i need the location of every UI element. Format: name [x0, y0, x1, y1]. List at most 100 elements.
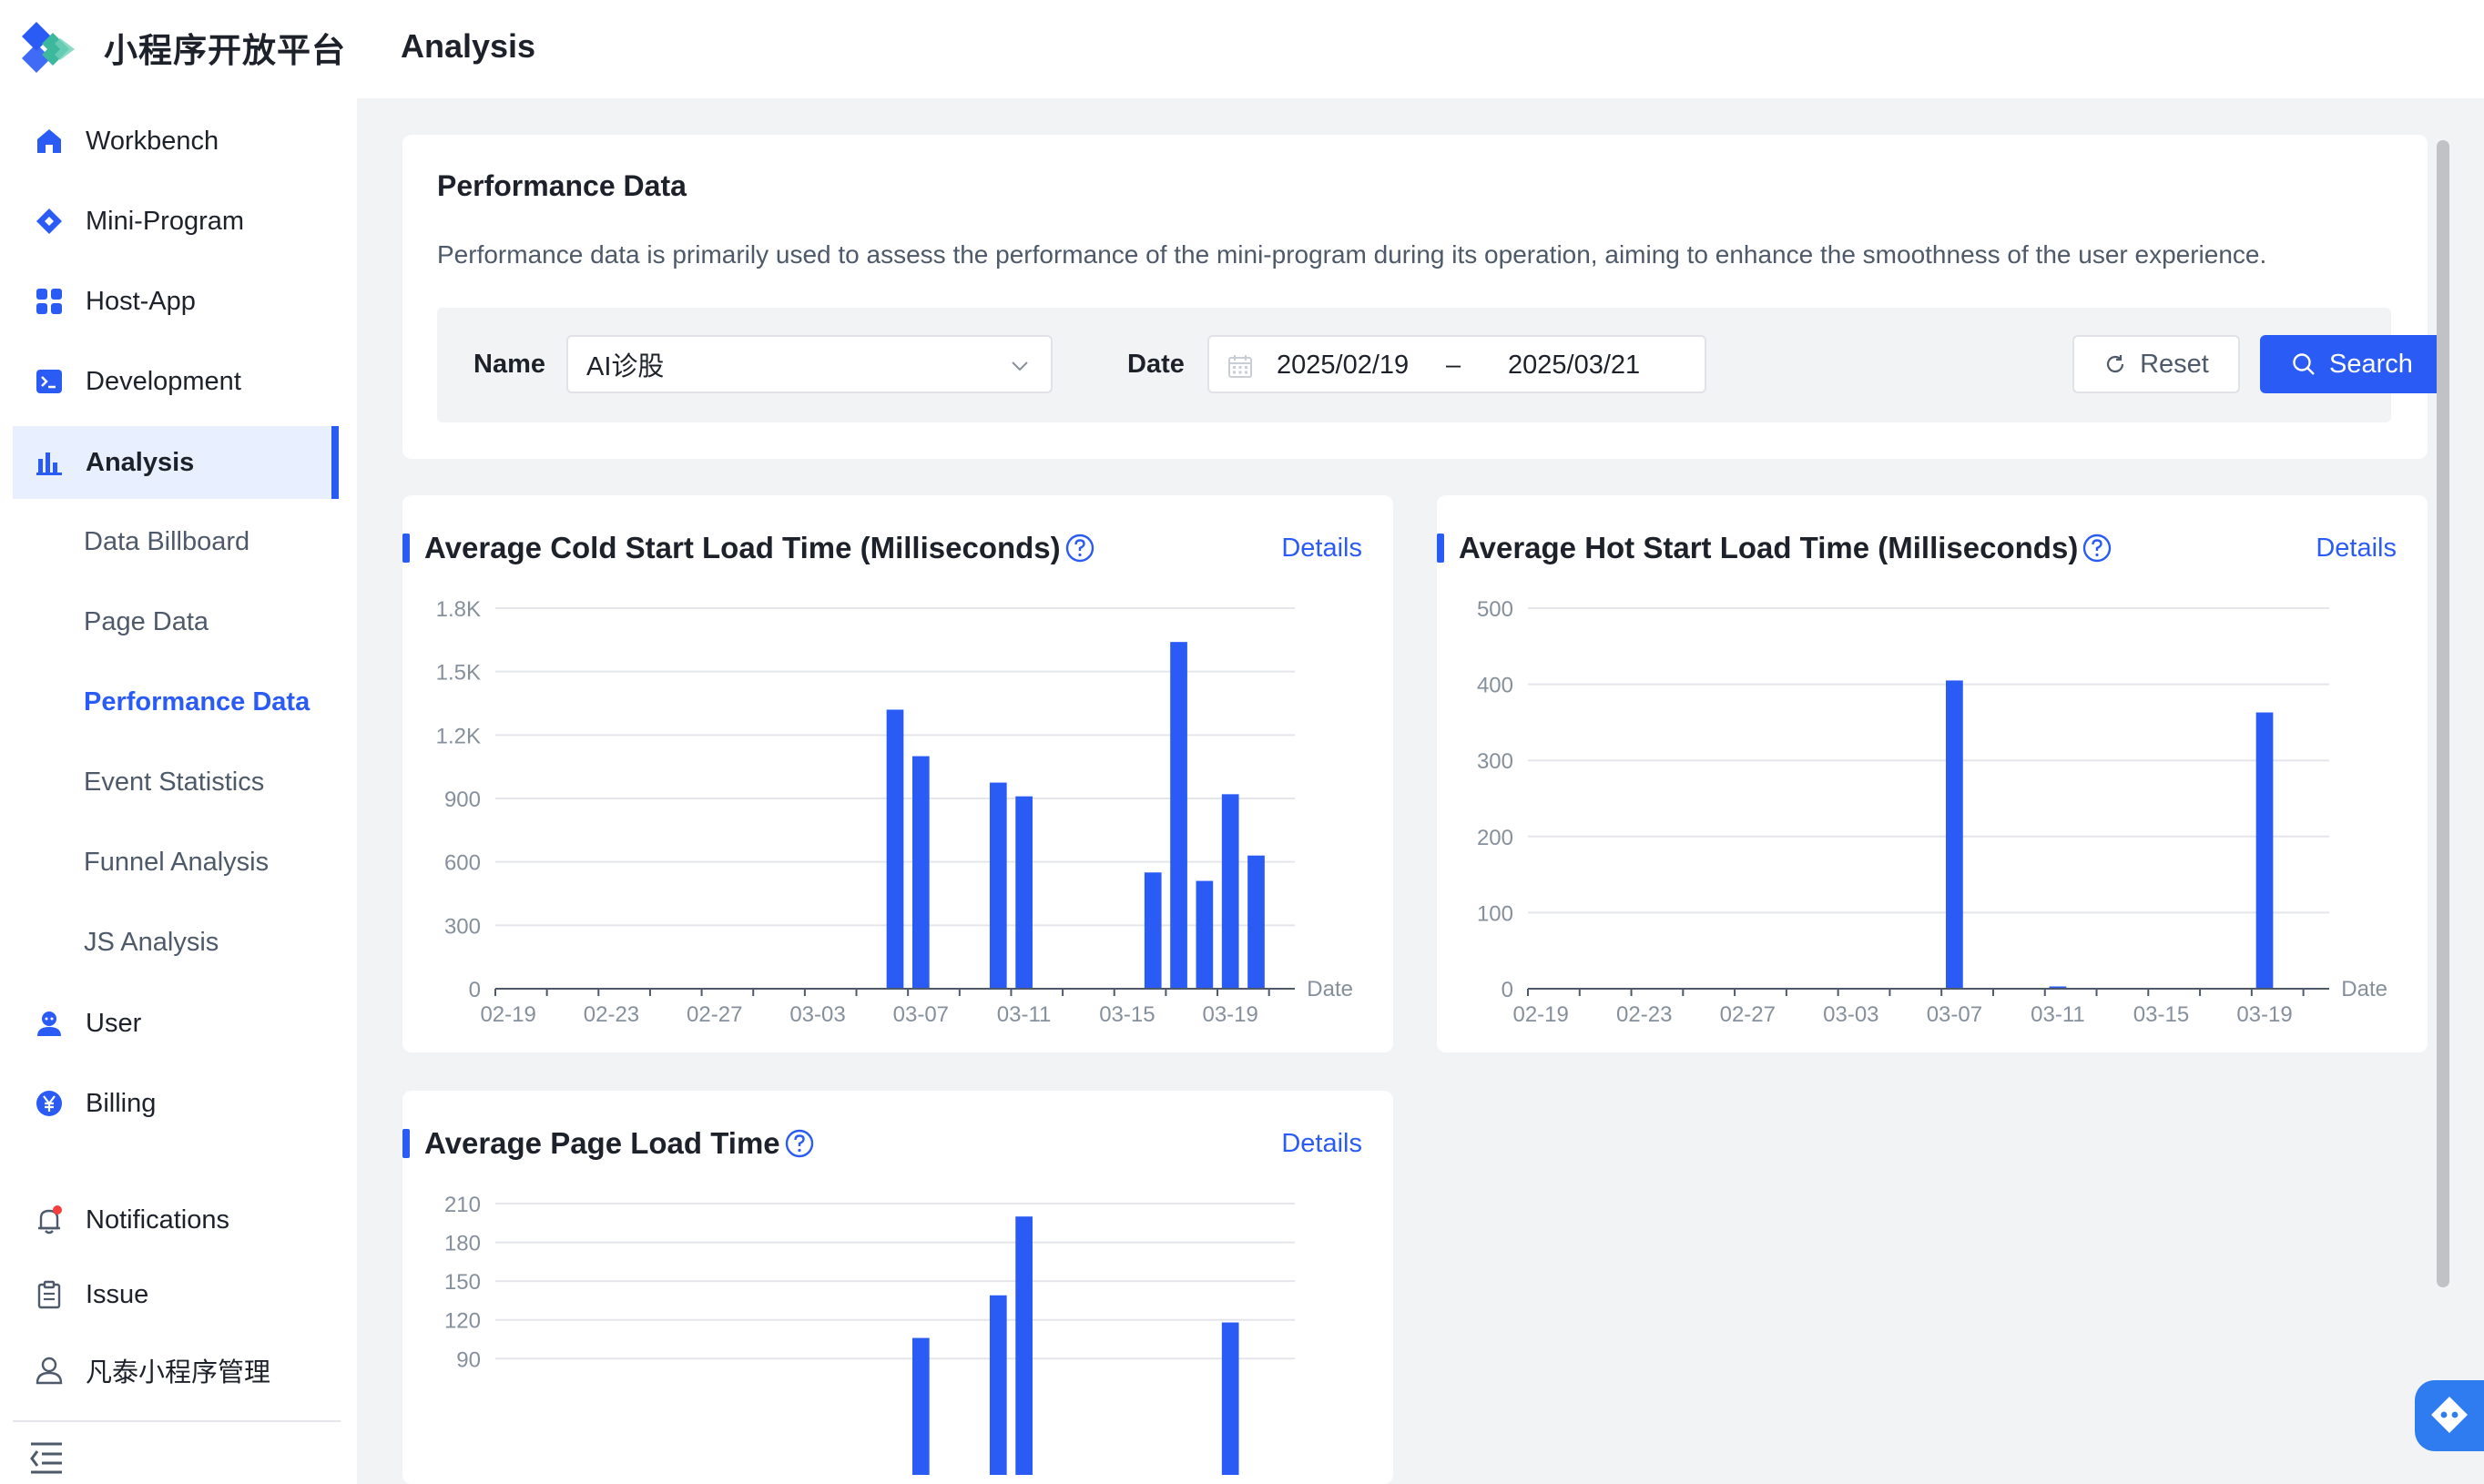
y-tick-label: 90: [456, 1347, 481, 1372]
bar: [1247, 855, 1265, 989]
reset-label: Reset: [2140, 349, 2209, 379]
hot-start-chart-card: 0 100 200 300 400 500 02-19 02-23 02-27 03-03 03-0…: [1437, 495, 2428, 1052]
x-tick-label: 03-07: [1927, 1002, 1982, 1027]
sidebar-item-host-app[interactable]: Host-App: [13, 265, 339, 338]
name-select-value: AI诊股: [586, 352, 665, 381]
sidebar-item-billing[interactable]: Billing: [13, 1067, 339, 1140]
assistant-icon: [2431, 1397, 2468, 1433]
sidebar-item-label: Mini-Program: [86, 206, 245, 236]
performance-filter-card: Performance Data Performance data is pri…: [402, 135, 2444, 459]
y-tick-label: 600: [444, 851, 481, 876]
scrollbar-thumb[interactable]: [2437, 140, 2449, 1287]
scrollbar[interactable]: [2433, 135, 2453, 1291]
page-load-chart-card: 90 120 150 180 210 Average Page Load Time De…: [402, 1091, 1393, 1484]
chart-title: Average Page Load Time: [402, 1125, 815, 1162]
help-icon[interactable]: [1064, 533, 1095, 564]
sidebar-item-label: Notifications: [86, 1204, 229, 1235]
name-select[interactable]: AI诊股: [566, 335, 1053, 393]
y-tick-label: 500: [1477, 597, 1513, 622]
brand-name: 小程序开放平台: [104, 32, 346, 69]
sidebar: 小程序开放平台 Workbench Mini-Program Host-App …: [0, 0, 357, 1484]
date-label: Date: [1127, 350, 1185, 379]
sidebar-item-user[interactable]: User: [13, 987, 339, 1060]
brand[interactable]: 小程序开放平台: [16, 20, 346, 75]
y-tick-label: 100: [1477, 901, 1513, 926]
clipboard-icon: [33, 1278, 66, 1311]
sidebar-item-label: Billing: [86, 1088, 157, 1118]
x-tick-label: 02-27: [1720, 1002, 1776, 1027]
x-tick-label: 03-15: [2133, 1002, 2189, 1027]
y-tick-label: 0: [1502, 978, 1513, 1002]
date-end[interactable]: 2025/03/21: [1508, 351, 1640, 381]
subitem-funnel-analysis[interactable]: Funnel Analysis: [84, 835, 269, 889]
y-tick-label: 1.5K: [436, 661, 481, 686]
sidebar-item-mini-program[interactable]: Mini-Program: [13, 185, 339, 258]
subitem-event-statistics[interactable]: Event Statistics: [84, 755, 264, 809]
details-link[interactable]: Details: [2316, 534, 2397, 564]
bar: [1015, 796, 1033, 989]
y-tick-label: 210: [444, 1193, 481, 1217]
date-start[interactable]: 2025/02/19: [1277, 351, 1409, 381]
chart-title: Average Hot Start Load Time (Millisecond…: [1437, 530, 2112, 566]
x-tick-label: 03-15: [1099, 1002, 1155, 1027]
y-tick-label: 1.8K: [436, 597, 481, 622]
reset-button[interactable]: Reset: [2072, 335, 2240, 393]
page-title: Analysis: [401, 27, 536, 65]
bar: [911, 756, 930, 989]
bar: [989, 1295, 1007, 1475]
y-tick-label: 300: [444, 914, 481, 939]
x-tick-label: 03-03: [1823, 1002, 1878, 1027]
x-tick-label: 03-03: [789, 1002, 845, 1027]
details-link[interactable]: Details: [1281, 1129, 1362, 1159]
assistant-button[interactable]: [2415, 1380, 2484, 1451]
subitem-js-analysis[interactable]: JS Analysis: [84, 915, 219, 970]
y-tick-label: 200: [1477, 826, 1513, 850]
subitem-data-billboard[interactable]: Data Billboard: [84, 514, 249, 569]
home-icon: [33, 125, 66, 158]
sidebar-item-workbench[interactable]: Workbench: [13, 105, 339, 178]
help-icon[interactable]: [784, 1128, 815, 1159]
sidebar-item-issue[interactable]: Issue: [13, 1258, 339, 1331]
collapse-menu-icon[interactable]: [29, 1438, 66, 1475]
search-button[interactable]: Search: [2260, 335, 2444, 393]
sidebar-item-analysis[interactable]: Analysis: [13, 426, 339, 499]
section-description: Performance data is primarily used to as…: [437, 240, 2267, 269]
person-icon: [33, 1354, 66, 1387]
help-icon[interactable]: [2082, 533, 2112, 564]
chart-title-text: Average Cold Start Load Time (Millisecon…: [424, 531, 1061, 564]
bar: [1015, 1216, 1033, 1475]
bar: [989, 782, 1007, 989]
x-axis-label: Date: [1307, 977, 1353, 1001]
yen-icon: [33, 1087, 66, 1120]
chart-title-text: Average Page Load Time: [424, 1126, 780, 1160]
x-tick-label: 02-27: [687, 1002, 742, 1027]
x-tick-label: 03-19: [1202, 1002, 1257, 1027]
bar-chart-icon: [33, 446, 66, 479]
sidebar-item-notifications[interactable]: Notifications: [13, 1184, 339, 1256]
details-link[interactable]: Details: [1281, 534, 1362, 564]
sidebar-item-label: Issue: [86, 1279, 149, 1309]
grid-icon: [33, 285, 66, 318]
filter-bar: Name AI诊股 Date 2025/02/19 – 2025/03/21 R…: [437, 308, 2444, 422]
sidebar-item-development[interactable]: Development: [13, 345, 339, 418]
bar: [911, 1337, 930, 1475]
bar: [1221, 794, 1239, 989]
subitem-page-data[interactable]: Page Data: [84, 595, 209, 649]
sidebar-item-label: Workbench: [86, 126, 219, 156]
date-separator: –: [1446, 351, 1461, 380]
section-title: Performance Data: [437, 169, 687, 202]
sidebar-item-label: 凡泰小程序管理: [86, 1358, 271, 1387]
diamond-icon: [33, 205, 66, 238]
subitem-performance-data[interactable]: Performance Data: [84, 675, 310, 729]
bell-icon: [33, 1204, 66, 1236]
bar: [1221, 1322, 1239, 1475]
x-tick-label: 03-11: [997, 1002, 1052, 1027]
sidebar-item-label: Analysis: [86, 447, 195, 477]
bar: [886, 709, 904, 989]
y-tick-label: 300: [1477, 749, 1513, 774]
x-tick-label: 02-23: [584, 1002, 639, 1027]
y-tick-label: 150: [444, 1270, 481, 1295]
sidebar-item-account[interactable]: 凡泰小程序管理: [13, 1334, 339, 1407]
search-icon: [2293, 353, 2315, 375]
date-range-picker[interactable]: 2025/02/19 – 2025/03/21: [1207, 335, 1706, 393]
